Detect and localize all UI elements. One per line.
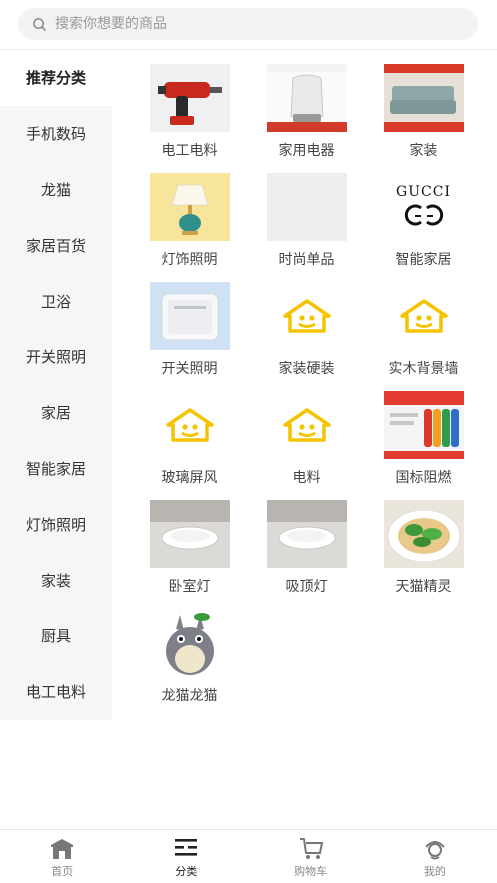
- gucci-logo-text: GUCCI: [396, 184, 451, 200]
- category-electric-materials[interactable]: 电料: [249, 391, 364, 500]
- home-icon: [51, 838, 74, 859]
- category-label: 家装: [409, 143, 438, 159]
- search-bar[interactable]: [18, 8, 478, 40]
- category-switch-lighting[interactable]: 开关照明: [132, 282, 247, 391]
- search-header: [0, 0, 497, 50]
- category-label: 开关照明: [161, 361, 218, 377]
- drill-image: [149, 64, 230, 132]
- tab-label: 我的: [423, 864, 446, 878]
- cart-icon: [299, 837, 323, 859]
- sidebar-item-smart-home[interactable]: 智能家居: [0, 441, 112, 497]
- category-label: 吸顶灯: [285, 579, 328, 595]
- category-label: 卧室灯: [168, 579, 211, 595]
- sidebar-item-bathroom[interactable]: 卫浴: [0, 273, 112, 329]
- tab-home[interactable]: 首页: [0, 830, 124, 883]
- category-label: 电工电料: [161, 143, 218, 159]
- tab-label: 分类: [175, 864, 198, 878]
- category-glass-screen[interactable]: 玻璃屏风: [132, 391, 247, 500]
- category-label: 国标阻燃: [395, 470, 452, 486]
- house-placeholder-icon: [384, 282, 464, 350]
- totoro-image: [149, 609, 230, 677]
- category-bedroom-light[interactable]: 卧室灯: [132, 500, 247, 609]
- category-tmall-genie[interactable]: 天猫精灵: [366, 500, 481, 609]
- sidebar-item-household[interactable]: 家居百货: [0, 217, 112, 273]
- category-label: 家用电器: [278, 143, 335, 159]
- category-label: 龙猫龙猫: [161, 688, 218, 704]
- category-label: 天猫精灵: [395, 579, 452, 595]
- category-appliances[interactable]: 家用电器: [249, 64, 364, 173]
- category-decoration[interactable]: 家装: [366, 64, 481, 173]
- tab-label: 购物车: [294, 864, 328, 878]
- sidebar-item-electrical[interactable]: 电工电料: [0, 664, 112, 720]
- blank-image: [266, 173, 347, 241]
- category-flame-retardant[interactable]: 国标阻燃: [366, 391, 481, 500]
- sidebar-item-lamps[interactable]: 灯饰照明: [0, 496, 112, 552]
- food-bowl-image: [383, 500, 464, 568]
- ceiling-light-image: [149, 500, 230, 568]
- category-fashion[interactable]: 时尚单品: [249, 173, 364, 282]
- ceiling-light-image: [266, 500, 347, 568]
- category-label: 时尚单品: [278, 252, 335, 268]
- category-icon: [175, 838, 198, 856]
- category-totoro[interactable]: 龙猫龙猫: [132, 609, 247, 718]
- category-hard-decoration[interactable]: 家装硬装: [249, 282, 364, 391]
- category-sidebar: 推荐分类 手机数码 龙猫 家居百货 卫浴 开关照明 家居 智能家居 灯饰照明 家…: [0, 50, 112, 720]
- table-lamp-image: [149, 173, 230, 241]
- house-placeholder-icon: [267, 391, 347, 459]
- humidifier-image: [266, 64, 347, 132]
- category-electrical[interactable]: 电工电料: [132, 64, 247, 173]
- tab-category[interactable]: 分类: [124, 830, 248, 883]
- gucci-logo: GUCCI: [384, 173, 464, 241]
- category-label: 电料: [292, 470, 321, 486]
- house-placeholder-icon: [150, 391, 230, 459]
- sofa-image: [383, 64, 464, 132]
- category-wood-wall[interactable]: 实木背景墙: [366, 282, 481, 391]
- category-lamps[interactable]: 灯饰照明: [132, 173, 247, 282]
- tab-cart[interactable]: 购物车: [249, 830, 373, 883]
- tab-label: 首页: [51, 864, 74, 878]
- profile-icon: [425, 840, 445, 859]
- sidebar-item-home[interactable]: 家居: [0, 385, 112, 441]
- category-label: 玻璃屏风: [161, 470, 218, 486]
- search-icon: [33, 17, 46, 31]
- cable-rolls-image: [383, 391, 464, 459]
- category-label: 灯饰照明: [161, 252, 218, 268]
- sidebar-item-kitchen[interactable]: 厨具: [0, 608, 112, 664]
- bottom-tab-bar: 首页 分类 购物车 我的: [0, 829, 497, 883]
- category-label: 家装硬装: [278, 361, 335, 377]
- category-label: 实木背景墙: [388, 361, 459, 377]
- tab-profile[interactable]: 我的: [373, 830, 497, 883]
- sidebar-item-switch-lighting[interactable]: 开关照明: [0, 329, 112, 385]
- category-label: 智能家居: [395, 252, 452, 268]
- search-input[interactable]: [55, 16, 455, 32]
- category-grid: 电工电料 家用电器 家装 灯饰照明 时尚单品 GUCCI 智能家居 开关照明 家…: [132, 64, 482, 718]
- sidebar-item-phones[interactable]: 手机数码: [0, 106, 112, 162]
- wall-switch-image: [149, 282, 230, 350]
- sidebar-item-decoration[interactable]: 家装: [0, 552, 112, 608]
- category-ceiling-light[interactable]: 吸顶灯: [249, 500, 364, 609]
- category-smart-home[interactable]: GUCCI 智能家居: [366, 173, 481, 282]
- sidebar-item-totoro[interactable]: 龙猫: [0, 162, 112, 218]
- sidebar-item-recommended[interactable]: 推荐分类: [0, 50, 112, 106]
- house-placeholder-icon: [267, 282, 347, 350]
